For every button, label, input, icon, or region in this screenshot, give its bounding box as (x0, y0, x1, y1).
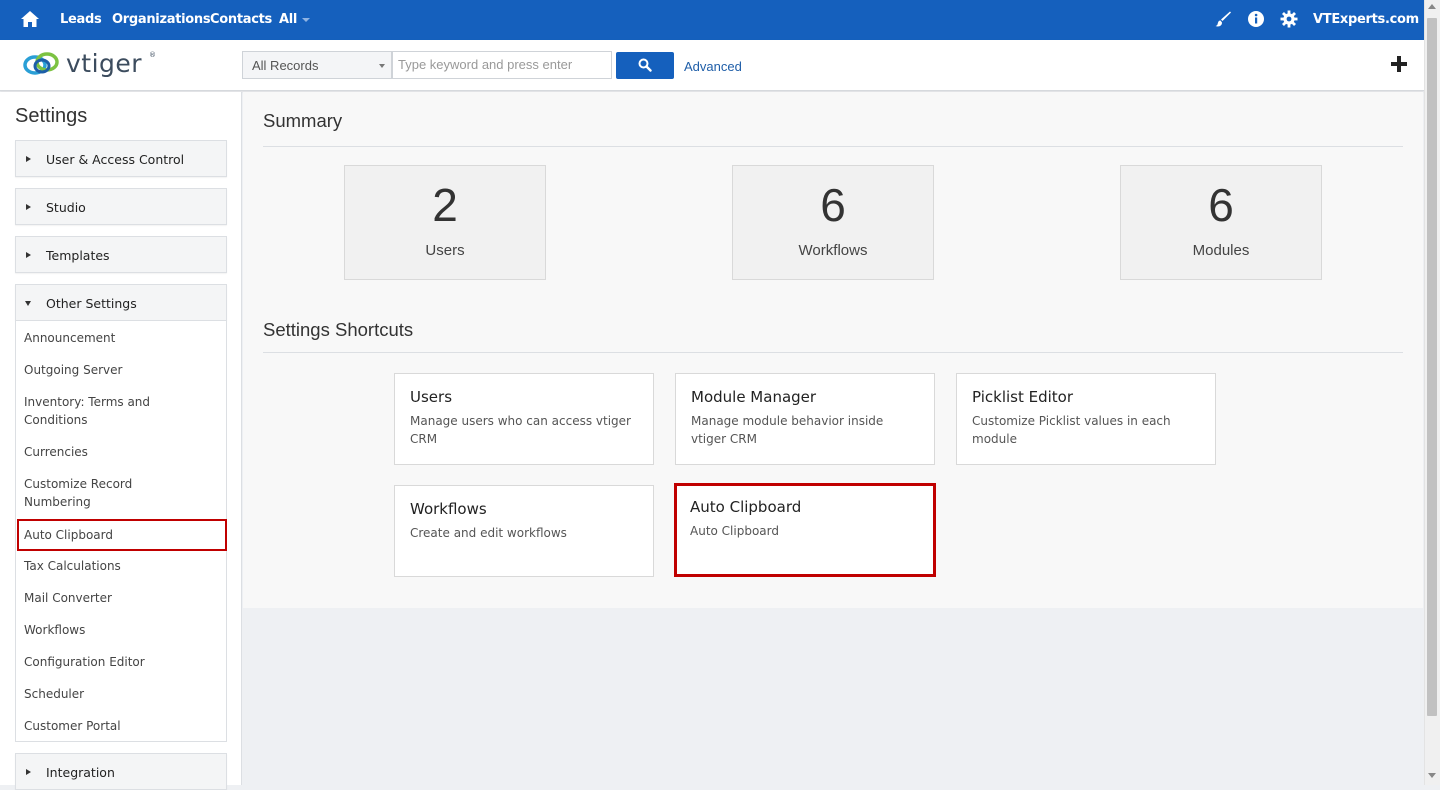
sidebar-item-mail-converter[interactable]: Mail Converter (24, 589, 220, 607)
caret-right-icon (26, 252, 31, 258)
search-button[interactable] (616, 52, 674, 79)
sidebar-item-workflows[interactable]: Workflows (24, 621, 220, 639)
stat-label: Modules (1192, 242, 1250, 259)
search-icon (638, 58, 652, 72)
shortcut-description: Manage module behavior inside vtiger CRM (691, 414, 884, 446)
sidebar-group-label: Other Settings (46, 296, 137, 311)
nav-contacts[interactable]: Contacts (210, 12, 272, 27)
sidebar-item-currencies[interactable]: Currencies (24, 443, 220, 461)
stat-value: 6 (820, 179, 846, 231)
shortcut-title: Workflows (410, 500, 487, 518)
scroll-up-arrow-icon[interactable] (1428, 4, 1436, 9)
records-select-value: All Records (252, 58, 319, 73)
sidebar-item-scheduler[interactable]: Scheduler (24, 685, 220, 703)
nav-all[interactable]: All (279, 12, 311, 27)
search-input[interactable]: Type keyword and press enter (392, 51, 612, 79)
sidebar-group-label: Templates (46, 248, 110, 263)
home-icon[interactable] (20, 9, 40, 29)
gear-icon[interactable] (1280, 10, 1298, 28)
sidebar-item-customize-record-numbering[interactable]: Customize Record Numbering (24, 475, 154, 511)
shortcut-auto-clipboard[interactable]: Auto Clipboard Auto Clipboard (674, 483, 936, 577)
nav-organizations[interactable]: Organizations (112, 12, 211, 27)
account-menu[interactable]: VTExperts.com (1313, 12, 1432, 27)
sidebar-title: Settings (15, 105, 88, 127)
summary-users[interactable]: 2 Users (344, 165, 546, 280)
stat-label: Users (425, 242, 465, 259)
sidebar-item-auto-clipboard[interactable]: Auto Clipboard (17, 519, 227, 551)
settings-sidebar: Settings User & Access Control Studio Te… (0, 92, 242, 790)
vtiger-logo[interactable]: vtiger ® (22, 48, 157, 82)
shortcut-picklist-editor[interactable]: Picklist Editor Customize Picklist value… (956, 373, 1216, 465)
header-bar: vtiger ® All Records Type keyword and pr… (0, 40, 1424, 91)
nav-all-label: All (279, 12, 298, 27)
sidebar-group-label: Integration (46, 765, 115, 780)
chevron-down-icon (302, 17, 311, 22)
shortcut-title: Picklist Editor (972, 388, 1074, 406)
top-navigation-bar: Leads Organizations Contacts All VTExper… (0, 0, 1440, 40)
account-name: VTExperts.com (1313, 12, 1419, 27)
shortcut-description: Auto Clipboard (690, 524, 779, 538)
sidebar-item-outgoing-server[interactable]: Outgoing Server (24, 361, 220, 379)
shortcut-title: Auto Clipboard (690, 498, 802, 516)
scroll-down-arrow-icon[interactable] (1428, 773, 1436, 778)
shortcut-title: Users (410, 388, 453, 406)
logo-text: vtiger (66, 49, 143, 78)
shortcut-module-manager[interactable]: Module Manager Manage module behavior in… (675, 373, 935, 465)
sidebar-item-inventory-terms[interactable]: Inventory: Terms and Conditions (24, 393, 164, 429)
records-select[interactable]: All Records (242, 51, 392, 79)
chevron-down-icon (379, 64, 385, 68)
shortcuts-title: Settings Shortcuts (263, 319, 414, 340)
sidebar-group-integration[interactable]: Integration (15, 753, 227, 790)
divider (263, 146, 1403, 147)
shortcut-description: Manage users who can access vtiger CRM (410, 414, 631, 446)
shortcut-description: Customize Picklist values in each module (972, 414, 1171, 446)
stat-label: Workflows (798, 242, 868, 259)
caret-right-icon (26, 204, 31, 210)
summary-workflows[interactable]: 6 Workflows (732, 165, 934, 280)
sidebar-item-customer-portal[interactable]: Customer Portal (24, 717, 220, 735)
other-settings-list: Announcement Outgoing Server Inventory: … (15, 321, 227, 742)
info-icon[interactable] (1247, 10, 1265, 28)
logo-registered-mark: ® (149, 51, 156, 59)
sidebar-group-user-access-control[interactable]: User & Access Control (15, 140, 227, 177)
shortcut-workflows[interactable]: Workflows Create and edit workflows (394, 485, 654, 577)
settings-main-panel: Summary 2 Users 6 Workflows 6 Modules Se… (243, 92, 1423, 608)
scrollbar-thumb[interactable] (1427, 18, 1437, 716)
caret-right-icon (26, 156, 31, 162)
paint-brush-icon[interactable] (1214, 10, 1232, 28)
sidebar-group-studio[interactable]: Studio (15, 188, 227, 225)
shortcut-description: Create and edit workflows (410, 526, 567, 540)
shortcut-users[interactable]: Users Manage users who can access vtiger… (394, 373, 654, 465)
summary-title: Summary (263, 110, 343, 131)
caret-down-icon (25, 301, 31, 306)
sidebar-group-templates[interactable]: Templates (15, 236, 227, 273)
summary-modules[interactable]: 6 Modules (1120, 165, 1322, 280)
sidebar-group-label: Studio (46, 200, 86, 215)
shortcut-title: Module Manager (691, 388, 817, 406)
sidebar-item-announcement[interactable]: Announcement (24, 329, 220, 347)
logo-mark-icon (23, 52, 59, 75)
caret-right-icon (26, 769, 31, 775)
nav-leads[interactable]: Leads (60, 12, 102, 27)
advanced-search-link[interactable]: Advanced (684, 59, 742, 74)
divider (263, 352, 1403, 353)
sidebar-item-tax-calculations[interactable]: Tax Calculations (24, 557, 220, 575)
stat-value: 6 (1208, 179, 1234, 231)
stat-value: 2 (432, 179, 458, 231)
plus-icon[interactable] (1390, 55, 1408, 73)
sidebar-group-other-settings[interactable]: Other Settings (15, 284, 227, 321)
sidebar-item-configuration-editor[interactable]: Configuration Editor (24, 653, 220, 671)
sidebar-group-label: User & Access Control (46, 152, 185, 167)
